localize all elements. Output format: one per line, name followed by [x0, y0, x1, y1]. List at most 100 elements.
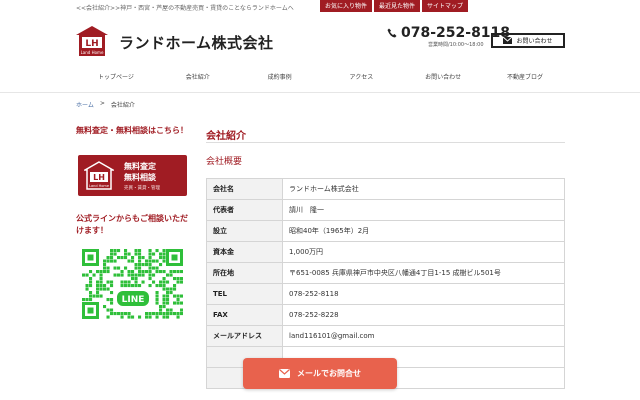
- mail-contact-cta-button[interactable]: メールでお問合せ: [243, 358, 397, 389]
- sitemap-link[interactable]: サイトマップ: [421, 0, 468, 12]
- row-value[interactable]: 078-252-8118: [282, 283, 565, 305]
- qr-module: [166, 294, 170, 298]
- cta-label: メールでお問合せ: [297, 369, 361, 378]
- qr-module: [106, 259, 110, 263]
- qr-module: [117, 273, 121, 277]
- breadcrumb-home[interactable]: ホーム: [76, 100, 94, 109]
- contact-button[interactable]: お問い合わせ: [491, 33, 565, 48]
- qr-module: [162, 315, 166, 319]
- qr-module: [173, 270, 177, 274]
- qr-module: [110, 308, 114, 312]
- recently-viewed-link[interactable]: 最近見た物件: [373, 0, 420, 12]
- row-value: ランドホーム株式会社: [282, 178, 565, 200]
- nav-contact[interactable]: お問い合わせ: [403, 72, 483, 81]
- qr-module: [127, 273, 131, 277]
- qr-module: [106, 270, 110, 274]
- qr-module: [106, 315, 110, 319]
- qr-module: [152, 280, 156, 284]
- qr-module: [103, 287, 107, 291]
- qr-module: [180, 301, 183, 305]
- qr-module: [145, 312, 149, 316]
- qr-module: [113, 252, 117, 256]
- qr-module: [159, 312, 163, 316]
- qr-module: [155, 298, 159, 302]
- qr-module: [166, 308, 170, 312]
- qr-module: [113, 259, 117, 263]
- qr-module: [176, 294, 180, 298]
- company-logo[interactable]: LH Land Home: [76, 26, 108, 56]
- qr-module: [169, 291, 173, 295]
- qr-module: [138, 263, 142, 267]
- qr-module: [89, 280, 93, 284]
- banner-line-appraisal: 無料査定: [124, 161, 156, 171]
- qr-module: [180, 277, 183, 281]
- qr-module: [162, 252, 166, 256]
- qr-module: [96, 287, 100, 291]
- qr-module: [162, 249, 166, 253]
- qr-module: [127, 315, 131, 319]
- qr-module: [127, 284, 131, 288]
- title-divider: [206, 142, 565, 143]
- top-links: お気に入り物件 最近見た物件 サイトマップ: [319, 0, 468, 12]
- qr-module: [89, 270, 93, 274]
- qr-module: [131, 270, 135, 274]
- nav-access[interactable]: アクセス: [321, 72, 401, 81]
- qr-module: [124, 266, 128, 270]
- qr-module: [110, 301, 114, 305]
- line-qr-code[interactable]: LINE: [82, 249, 183, 319]
- nav-cases[interactable]: 成約事例: [240, 72, 320, 81]
- qr-module: [85, 273, 89, 277]
- qr-module: [124, 280, 128, 284]
- section-title: 会社概要: [206, 157, 243, 167]
- qr-module: [138, 266, 142, 270]
- qr-module: [148, 270, 152, 274]
- qr-module: [96, 270, 100, 274]
- qr-module: [155, 294, 159, 298]
- qr-module: [173, 301, 177, 305]
- qr-module: [124, 256, 128, 260]
- qr-module: [110, 312, 114, 316]
- site-name[interactable]: ランドホーム株式会社: [119, 32, 274, 53]
- qr-module: [169, 270, 173, 274]
- qr-module: [145, 270, 149, 274]
- qr-module: [85, 298, 89, 302]
- mail-icon: [279, 369, 290, 378]
- qr-module: [169, 287, 173, 291]
- qr-module: [176, 315, 180, 319]
- qr-module: [176, 270, 180, 274]
- qr-module: [127, 280, 131, 284]
- table-row: 代表者 請川 隆一: [206, 199, 565, 221]
- qr-module: [106, 298, 110, 302]
- qr-module: [124, 249, 128, 253]
- qr-module: [82, 298, 86, 302]
- phone-icon: [387, 28, 397, 38]
- nav-blog[interactable]: 不動産ブログ: [485, 72, 565, 81]
- nav-top[interactable]: トップページ: [76, 72, 156, 81]
- qr-module: [162, 270, 166, 274]
- qr-module: [96, 291, 100, 295]
- qr-module: [106, 287, 110, 291]
- qr-module: [162, 284, 166, 288]
- qr-module: [110, 259, 114, 263]
- qr-module: [99, 270, 103, 274]
- qr-module: [131, 273, 135, 277]
- qr-module: [96, 280, 100, 284]
- qr-module: [113, 266, 117, 270]
- qr-module: [173, 284, 177, 288]
- qr-module: [120, 270, 124, 274]
- row-value[interactable]: land116101@gmail.com: [282, 325, 565, 347]
- qr-module: [117, 312, 121, 316]
- favorites-link[interactable]: お気に入り物件: [319, 0, 372, 12]
- qr-module: [85, 287, 89, 291]
- qr-module: [113, 312, 117, 316]
- free-appraisal-banner[interactable]: LH Land Home 無料査定 無料相談 売買・賃貸・管理: [78, 155, 187, 196]
- header-divider: [0, 92, 640, 93]
- qr-module: [155, 259, 159, 263]
- qr-module: [159, 252, 163, 256]
- nav-company[interactable]: 会社紹介: [158, 72, 238, 81]
- qr-module: [134, 284, 138, 288]
- qr-module: [134, 249, 138, 253]
- qr-module: [173, 294, 177, 298]
- qr-module: [159, 305, 163, 309]
- qr-module: [103, 263, 107, 267]
